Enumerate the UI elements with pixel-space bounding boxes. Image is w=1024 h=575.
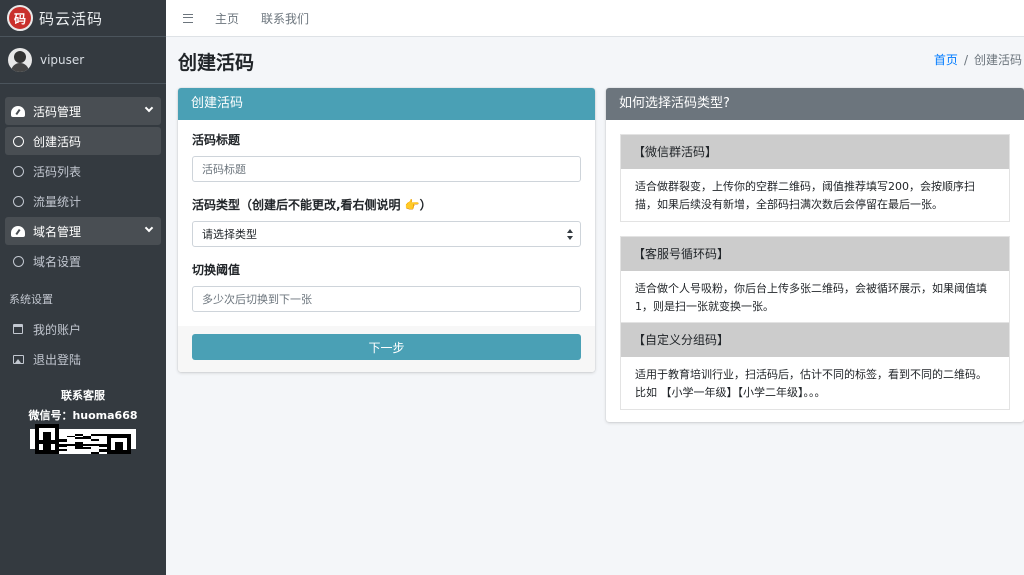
brand-link[interactable]: 码 码云活码 [0, 0, 166, 37]
breadcrumb-separator: / [963, 53, 968, 67]
circle-icon [11, 254, 25, 268]
threshold-label: 切换阈值 [192, 263, 241, 277]
sidebar-group-label: 活码管理 [33, 104, 82, 119]
calendar-icon [11, 322, 25, 336]
qr-code-image [30, 424, 136, 454]
sidebar-section-header: 系统设置 [9, 293, 53, 306]
sidebar-nav: 活码管理 创建活码 活码列表 流量统计 域名管理 域名设置 系统设置 我的账户 [0, 84, 166, 373]
breadcrumb-current: 创建活码 [973, 53, 1022, 67]
sidebar-item-label: 域名设置 [33, 254, 82, 269]
threshold-input[interactable]: 多少次后切换到下一张 [192, 286, 581, 312]
type-description: 适用于教育培训行业，扫活码后，估计不同的标签，看到不同的二维码。比如 【小学一年… [635, 368, 987, 399]
type-name: 【微信群活码】 [621, 135, 1009, 169]
sidebar-item-label: 我的账户 [33, 322, 82, 337]
circle-icon [11, 194, 25, 208]
sidebar-item-logout[interactable]: 退出登陆 [5, 345, 161, 373]
type-select-value: 请选择类型 [202, 228, 257, 241]
nav-link-contact[interactable]: 联系我们 [261, 10, 309, 27]
type-box-custom-group: 【自定义分组码】 适用于教育培训行业，扫活码后，估计不同的标签，看到不同的二维码… [620, 322, 1010, 410]
sidebar-item-domain-settings[interactable]: 域名设置 [5, 247, 161, 275]
sidebar-item-label: 创建活码 [33, 134, 82, 149]
sidebar-group-label: 域名管理 [33, 224, 82, 239]
type-box-service-loop: 【客服号循环码】 适合做个人号吸粉，你后台上传多张二维码，会被循环展示，如果阈值… [620, 236, 1010, 324]
circle-icon [11, 164, 25, 178]
page-title: 创建活码 [178, 52, 255, 74]
type-description: 适合做群裂变，上传你的空群二维码，阈值推荐填写200，会按顺序扫描，如果后续没有… [635, 180, 975, 211]
type-select[interactable]: 请选择类型 [192, 221, 581, 247]
type-label: 活码类型（创建后不能更改,看右侧说明 👉） [192, 198, 432, 212]
create-code-form: 活码标题 活码标题 活码类型（创建后不能更改,看右侧说明 👉） 请选择类型 切换… [178, 120, 595, 326]
menu-toggle-icon[interactable] [183, 13, 193, 23]
contact-support: 联系客服 微信号：huoma668 [0, 386, 166, 454]
type-box-wechat-group: 【微信群活码】 适合做群裂变，上传你的空群二维码，阈值推荐填写200，会按顺序扫… [620, 134, 1010, 222]
card-footer: 下一步 [178, 326, 595, 372]
top-navbar: 主页 联系我们 [166, 0, 1024, 37]
contact-title: 联系客服 [61, 389, 105, 402]
sidebar-item-my-account[interactable]: 我的账户 [5, 315, 161, 343]
nav-link-home[interactable]: 主页 [215, 10, 239, 27]
sidebar-item-create-code[interactable]: 创建活码 [5, 127, 161, 155]
title-label: 活码标题 [192, 133, 241, 147]
avatar [8, 48, 32, 72]
create-code-card: 创建活码 活码标题 活码标题 活码类型（创建后不能更改,看右侧说明 👉） 请选择… [178, 88, 595, 372]
sidebar-group-domain-management[interactable]: 域名管理 [5, 217, 161, 245]
dashboard-icon [11, 224, 25, 238]
user-panel[interactable]: vipuser [0, 37, 166, 84]
circle-icon [11, 134, 25, 148]
code-type-guide-card: 如何选择活码类型? 【微信群活码】 适合做群裂变，上传你的空群二维码，阈值推荐填… [606, 88, 1024, 422]
select-arrows-icon [567, 229, 573, 241]
brand-logo: 码 [7, 5, 33, 31]
breadcrumb-home[interactable]: 首页 [934, 53, 958, 67]
sidebar-item-label: 流量统计 [33, 194, 82, 209]
title-input[interactable]: 活码标题 [192, 156, 581, 182]
contact-wechat: 微信号：huoma668 [28, 409, 138, 422]
sidebar-item-traffic-stats[interactable]: 流量统计 [5, 187, 161, 215]
content-wrapper: 创建活码 首页 / 创建活码 创建活码 活码标题 活码标题 活码类型（创建后不能更改… [166, 37, 1024, 575]
sidebar-item-code-list[interactable]: 活码列表 [5, 157, 161, 185]
dashboard-icon [11, 104, 25, 118]
sidebar-group-code-management[interactable]: 活码管理 [5, 97, 161, 125]
chevron-down-icon [144, 223, 154, 233]
image-icon [11, 352, 25, 366]
card-title: 如何选择活码类型? [606, 88, 1024, 120]
sidebar: 码 码云活码 vipuser 活码管理 创建活码 活码列表 流量统计 域名管理 [0, 0, 166, 575]
card-title: 创建活码 [178, 88, 595, 120]
brand-name: 码云活码 [39, 9, 104, 28]
sidebar-item-label: 活码列表 [33, 164, 82, 179]
sidebar-item-label: 退出登陆 [33, 352, 82, 367]
type-name: 【客服号循环码】 [621, 237, 1009, 271]
type-name: 【自定义分组码】 [621, 323, 1009, 357]
chevron-down-icon [144, 103, 154, 113]
type-description: 适合做个人号吸粉，你后台上传多张二维码，会被循环展示，如果阈值填1，则是扫一张就… [635, 282, 987, 313]
next-step-button[interactable]: 下一步 [192, 334, 581, 360]
user-name: vipuser [40, 53, 85, 67]
breadcrumb: 首页 / 创建活码 [934, 51, 1022, 68]
